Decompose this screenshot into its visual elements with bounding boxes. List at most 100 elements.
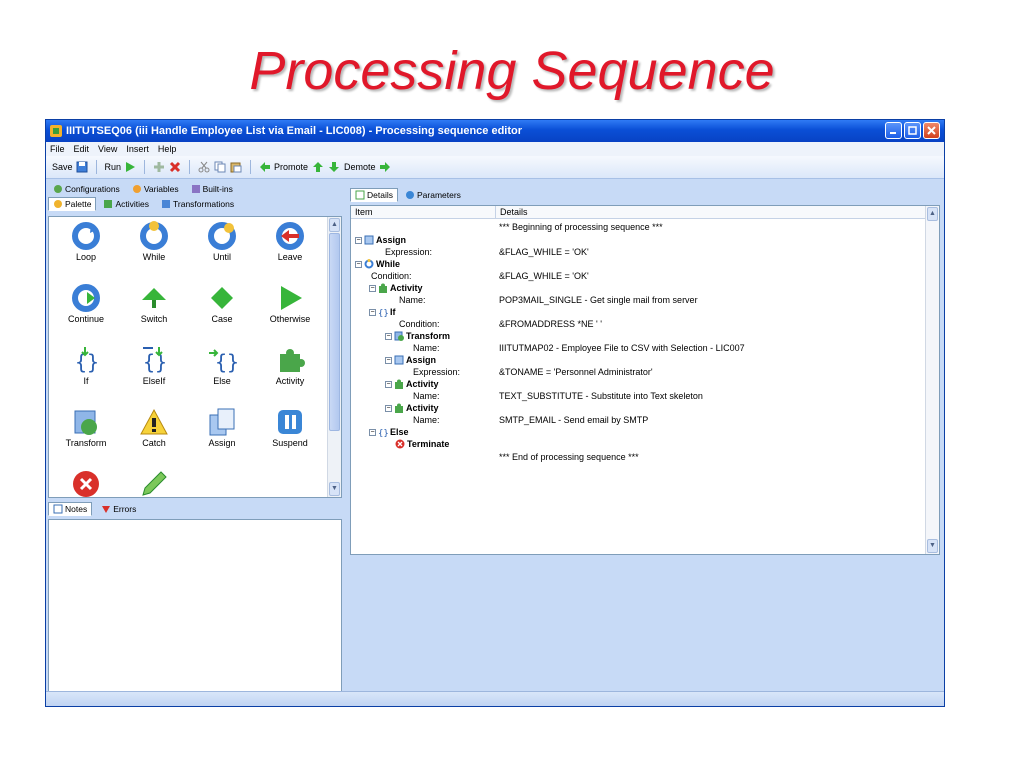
- tab-activities[interactable]: Activities: [98, 197, 154, 211]
- menu-edit[interactable]: Edit: [74, 144, 90, 154]
- row-item: Condition:: [399, 319, 440, 329]
- row-detail: *** End of processing sequence ***: [499, 452, 639, 462]
- collapse-toggle[interactable]: −: [355, 236, 362, 244]
- notes-textarea[interactable]: [48, 519, 342, 696]
- palette-item-otherwise[interactable]: Otherwise: [257, 283, 323, 324]
- window-titlebar[interactable]: IIITUTSEQ06 (iii Handle Employee List vi…: [46, 120, 944, 142]
- row-item: If: [390, 307, 396, 317]
- add-icon[interactable]: [153, 161, 165, 173]
- palette-item-transform[interactable]: Transform: [53, 407, 119, 448]
- palette-item-switch[interactable]: Switch: [121, 283, 187, 324]
- builtins-icon: [191, 184, 200, 193]
- collapse-toggle[interactable]: −: [369, 284, 376, 292]
- palette-item-terminate[interactable]: [53, 469, 119, 499]
- arrow-up-icon[interactable]: [312, 161, 324, 173]
- column-header-details[interactable]: Details: [496, 206, 528, 218]
- collapse-toggle[interactable]: −: [385, 404, 392, 412]
- collapse-toggle[interactable]: −: [355, 260, 362, 268]
- grid-scrollbar[interactable]: ▲ ▼: [925, 206, 939, 554]
- tab-variables[interactable]: Variables: [127, 182, 184, 196]
- tab-label: Variables: [143, 183, 179, 194]
- tab-parameters[interactable]: Parameters: [400, 188, 466, 202]
- palette-item-assign[interactable]: Assign: [189, 407, 255, 448]
- row-detail: SMTP_EMAIL - Send email by SMTP: [499, 415, 649, 425]
- row-item: Else: [390, 427, 409, 437]
- palette-label: While: [142, 252, 166, 262]
- tab-details[interactable]: Details: [350, 187, 398, 202]
- palette-item-loop[interactable]: Loop: [53, 221, 119, 262]
- collapse-toggle[interactable]: −: [385, 380, 392, 388]
- until-icon: [208, 222, 236, 250]
- palette-item-pencil[interactable]: [121, 469, 187, 499]
- palette-item-elseif[interactable]: {} ElseIf: [121, 345, 187, 386]
- row-detail: &TONAME = 'Personnel Administrator': [499, 367, 653, 377]
- palette-item-catch[interactable]: Catch: [121, 407, 187, 448]
- row-item: While: [376, 259, 400, 269]
- collapse-toggle[interactable]: −: [369, 428, 376, 436]
- scroll-up-button[interactable]: ▲: [927, 207, 938, 221]
- minimize-button[interactable]: [885, 122, 902, 139]
- maximize-button[interactable]: [904, 122, 921, 139]
- palette-item-activity[interactable]: Activity: [257, 345, 323, 386]
- arrow-left-icon: [260, 162, 271, 172]
- errors-icon: [102, 506, 111, 513]
- arrow-down-icon[interactable]: [328, 161, 340, 173]
- palette-label: Transform: [65, 438, 107, 448]
- promote-button[interactable]: Promote: [259, 161, 308, 173]
- palette-scrollbar[interactable]: ▲ ▼: [327, 217, 341, 497]
- row-item: Activity: [406, 379, 439, 389]
- if-icon: {}: [75, 347, 99, 374]
- scroll-down-button[interactable]: ▼: [927, 539, 938, 553]
- menu-help[interactable]: Help: [158, 144, 177, 154]
- palette-item-else[interactable]: {} Else: [189, 345, 255, 386]
- palette-item-leave[interactable]: Leave: [257, 221, 323, 262]
- delete-icon[interactable]: [169, 161, 181, 173]
- tab-errors[interactable]: Errors: [96, 502, 141, 516]
- run-button[interactable]: Run: [105, 161, 137, 173]
- close-button[interactable]: [923, 122, 940, 139]
- parameters-icon: [405, 190, 414, 199]
- menu-insert[interactable]: Insert: [126, 144, 149, 154]
- menu-file[interactable]: File: [50, 144, 65, 154]
- svg-text:{}: {}: [378, 429, 388, 437]
- tab-transformations[interactable]: Transformations: [156, 197, 239, 211]
- loop-icon: [72, 222, 100, 250]
- palette-item-if[interactable]: {} If: [53, 345, 119, 386]
- scroll-down-button[interactable]: ▼: [329, 482, 340, 496]
- palette-item-continue[interactable]: Continue: [53, 283, 119, 324]
- collapse-toggle[interactable]: −: [385, 332, 392, 340]
- menu-view[interactable]: View: [98, 144, 117, 154]
- row-item: Activity: [406, 403, 439, 413]
- tab-palette[interactable]: Palette: [48, 196, 97, 211]
- save-button[interactable]: Save: [52, 161, 88, 173]
- save-icon: [76, 161, 88, 173]
- copy-icon[interactable]: [214, 161, 226, 173]
- tab-notes[interactable]: Notes: [48, 502, 93, 516]
- row-item: Assign: [376, 235, 407, 245]
- sequence-grid: Item Details *** Beginning of processing…: [350, 205, 940, 555]
- tab-label: Built-ins: [202, 183, 233, 194]
- tab-builtins[interactable]: Built-ins: [186, 182, 238, 196]
- cut-icon[interactable]: [198, 161, 210, 173]
- tab-configurations[interactable]: Configurations: [48, 182, 125, 196]
- palette-label: Catch: [142, 438, 166, 448]
- row-item: Terminate: [407, 439, 450, 449]
- scroll-thumb[interactable]: [329, 233, 340, 431]
- palette-item-until[interactable]: Until: [189, 221, 255, 262]
- column-header-item[interactable]: Item: [351, 206, 496, 218]
- palette-item-suspend[interactable]: Suspend: [257, 407, 323, 448]
- palette-item-case[interactable]: Case: [189, 283, 255, 324]
- scroll-up-button[interactable]: ▲: [329, 218, 340, 232]
- palette-label: Else: [213, 376, 231, 386]
- palette-label: Switch: [140, 314, 168, 324]
- continue-icon: [72, 284, 100, 312]
- demote-button[interactable]: Demote: [344, 161, 391, 173]
- tab-label: Activities: [115, 198, 150, 209]
- collapse-toggle[interactable]: −: [369, 308, 376, 316]
- tab-label: Errors: [113, 504, 137, 514]
- paste-icon[interactable]: [230, 161, 242, 173]
- palette-item-while[interactable]: While: [121, 221, 187, 262]
- collapse-toggle[interactable]: −: [385, 356, 392, 364]
- run-icon: [126, 162, 136, 172]
- row-detail: IIITUTMAP02 - Employee File to CSV with …: [499, 343, 745, 353]
